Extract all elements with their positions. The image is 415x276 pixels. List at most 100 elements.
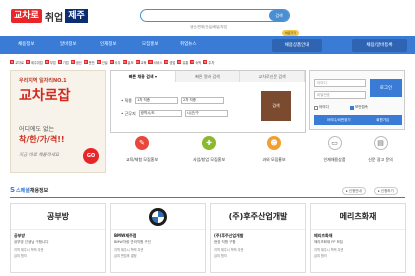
save-id-label: 아이디	[319, 105, 329, 109]
location-select-1[interactable]: 광역시/도	[138, 110, 182, 117]
ad-chip[interactable]: N 부업	[44, 60, 56, 65]
monitor-icon: ▭	[327, 136, 342, 150]
new-badge-icon: N	[25, 60, 30, 64]
ad-chip-label: 운전	[88, 60, 95, 65]
ad-chip-label: 유통	[182, 60, 189, 65]
special-section-title: S 스페셜 채용정보	[10, 186, 48, 194]
card-company: (주)후주산업개발	[214, 233, 244, 238]
ad-chip-label: 홍보	[127, 60, 134, 65]
nav-shortcut-badge: 바로가기	[282, 30, 300, 36]
special-info-button[interactable]: ▸ 신청안내	[342, 187, 366, 195]
ad-chip[interactable]: N 제주취업	[25, 60, 43, 65]
job-card[interactable]: BMW제주점 BMW차량 관리직원 구인 지역 제주시 학력 무관 급여 면접후…	[110, 203, 206, 273]
job-type-select-2[interactable]: 2차 직종	[181, 97, 224, 104]
site-logo[interactable]: 교차로 취업 제주	[11, 8, 88, 24]
panel-search-button[interactable]: 검색	[261, 91, 291, 121]
ad-chip-label: 교육	[140, 60, 147, 65]
ad-chip[interactable]: N 서비스	[148, 60, 162, 65]
ad-chip-label: 사무	[114, 60, 121, 65]
nav-item-news[interactable]: 취업뉴스	[180, 36, 197, 54]
special-s-icon: S	[10, 186, 16, 194]
nav-item-jobs[interactable]: 채용정보	[18, 36, 35, 54]
logo-job: 취업	[44, 12, 64, 24]
ad-chip-label: 기업	[62, 60, 69, 65]
ad-chip[interactable]: N 생산	[70, 60, 82, 65]
ad-chip[interactable]: N 유통	[177, 60, 188, 65]
new-badge-icon: N	[135, 60, 140, 64]
new-badge-icon: N	[10, 60, 15, 64]
new-badge-icon: N	[83, 60, 88, 64]
login-button[interactable]: 로그인	[370, 79, 402, 97]
new-badge-icon: N	[177, 60, 182, 64]
card-pay: 급여 면접후 결정	[114, 254, 137, 258]
new-badge-icon: N	[164, 60, 169, 64]
job-card[interactable]: (주)후주산업개발 (주)후주산업개발 현장 직원 구함 지역 제주시 학력 무…	[210, 203, 306, 273]
job-card[interactable]: 공부방 공부방 공부방 선생님 구합니다 지역 제주시 학력 무관 급여 협의	[10, 203, 106, 273]
checkbox-box	[350, 105, 354, 110]
paper-icon: ▤	[373, 136, 388, 150]
secure-checkbox[interactable]: 보안접속	[350, 105, 368, 110]
card-company: 메리츠화재	[314, 233, 333, 238]
nav-item-talent[interactable]: 인재정보	[100, 36, 117, 54]
save-id-checkbox[interactable]: 아이디	[314, 105, 329, 110]
search-button[interactable]: 검색	[269, 10, 289, 21]
ad-chip[interactable]: N 운전	[83, 60, 95, 65]
side-link-talent[interactable]: ▭ 인재채용상품	[312, 136, 357, 173]
job-card[interactable]: 메리츠화재 메리츠화재 메리츠화재 FP 모집 지역 제주시 학력 무관 급여 …	[310, 203, 406, 273]
location-select-2[interactable]: 시/군/구	[184, 110, 228, 117]
card-tags: 지역 제주시 학력 무관	[114, 248, 144, 252]
signup-link[interactable]: 회원가입	[376, 118, 389, 123]
side-link-label: 신문 광고 문의	[368, 157, 393, 162]
card-pay: 급여 협의	[214, 254, 227, 258]
tab-quick-parttime[interactable]: 빠른 알바 검색	[175, 71, 241, 82]
card-tags: 지역 제주시 학력 무관	[314, 248, 344, 252]
card-head: (주)후주산업개발	[211, 204, 305, 230]
nav-product-info[interactable]: 채용상품안내	[272, 39, 322, 52]
category-tutoring[interactable]: ☻ 과외 모집홍보	[244, 136, 304, 173]
card-pay: 급여 협의	[314, 254, 327, 258]
nav-item-promotion[interactable]: 모집홍보	[142, 36, 159, 54]
ad-chip-label: 영업	[169, 60, 176, 65]
ad-chip[interactable]: N 교차로	[10, 60, 24, 65]
special-title-rest: 채용정보	[29, 187, 49, 194]
card-head: 공부방	[11, 204, 105, 230]
search-input[interactable]: 검색	[140, 9, 290, 22]
card-desc: 메리츠화재 FP 모집	[314, 240, 343, 244]
category-business[interactable]: ✚ 사업/창업 모집홍보	[178, 136, 240, 173]
find-account-link[interactable]: 아이디/비번찾기	[327, 118, 351, 123]
tab-newspaper[interactable]: 교차로신문 검색	[240, 71, 306, 82]
nav-register[interactable]: 채용/알바등록	[352, 39, 407, 52]
section-divider	[10, 197, 405, 198]
side-link-newspaper-ad[interactable]: ▤ 신문 광고 문의	[358, 136, 403, 173]
category-education[interactable]: ✎ 교육/체험 모집홍보	[112, 136, 172, 173]
password-input[interactable]: 비밀번호	[314, 91, 366, 99]
card-desc: BMW차량 관리직원 구인	[114, 240, 151, 244]
card-tags: 지역 제주시 학력 무관	[214, 248, 244, 252]
ad-chip[interactable]: N 건설	[96, 60, 108, 65]
ad-bar: N 교차로 N 제주취업 N 부업 N 기업 N 생산 N 운전 N 건설 N 사무 N 홍보 N 교육 N 서비스 N 영업…	[10, 58, 405, 66]
ad-chip[interactable]: N 사무	[109, 60, 121, 65]
ad-chip-label: 제주취업	[31, 60, 43, 65]
ad-chip[interactable]: N 주차	[203, 60, 214, 65]
tab-quick-job[interactable]: 빠른 채용 검색 ▾	[111, 71, 176, 82]
ad-chip[interactable]: N 숙박	[190, 60, 201, 65]
banner-go-button[interactable]: GO	[83, 148, 99, 164]
job-type-select-1[interactable]: 1차 직종	[135, 97, 178, 104]
person-icon: ✎	[135, 136, 149, 150]
nav-item-parttime[interactable]: 알바정보	[60, 36, 77, 54]
ad-chip[interactable]: N 교육	[135, 60, 147, 65]
special-apply-button[interactable]: ▸ 신청하기	[374, 187, 398, 195]
side-link-label: 인재채용상품	[323, 157, 346, 162]
ad-chip-label: 교차로	[15, 60, 24, 65]
ad-chip-label: 건설	[101, 60, 108, 65]
card-head: 메리츠화재	[311, 204, 405, 230]
ad-chip[interactable]: N 홍보	[122, 60, 134, 65]
location-label: • 근무지	[121, 110, 136, 116]
card-company: BMW제주점	[114, 233, 137, 238]
id-input[interactable]: 아이디	[314, 79, 366, 87]
promo-banner[interactable]: 우리지역 일자리NO.1 교차로잡 어디에도 없는 착/한/가/격!! 지금 바…	[10, 70, 106, 173]
card-tags: 지역 제주시 학력 무관	[14, 248, 44, 252]
banner-line3: 어디에도 없는	[19, 126, 55, 133]
ad-chip[interactable]: N 영업	[164, 60, 175, 65]
ad-chip[interactable]: N 기업	[57, 60, 69, 65]
